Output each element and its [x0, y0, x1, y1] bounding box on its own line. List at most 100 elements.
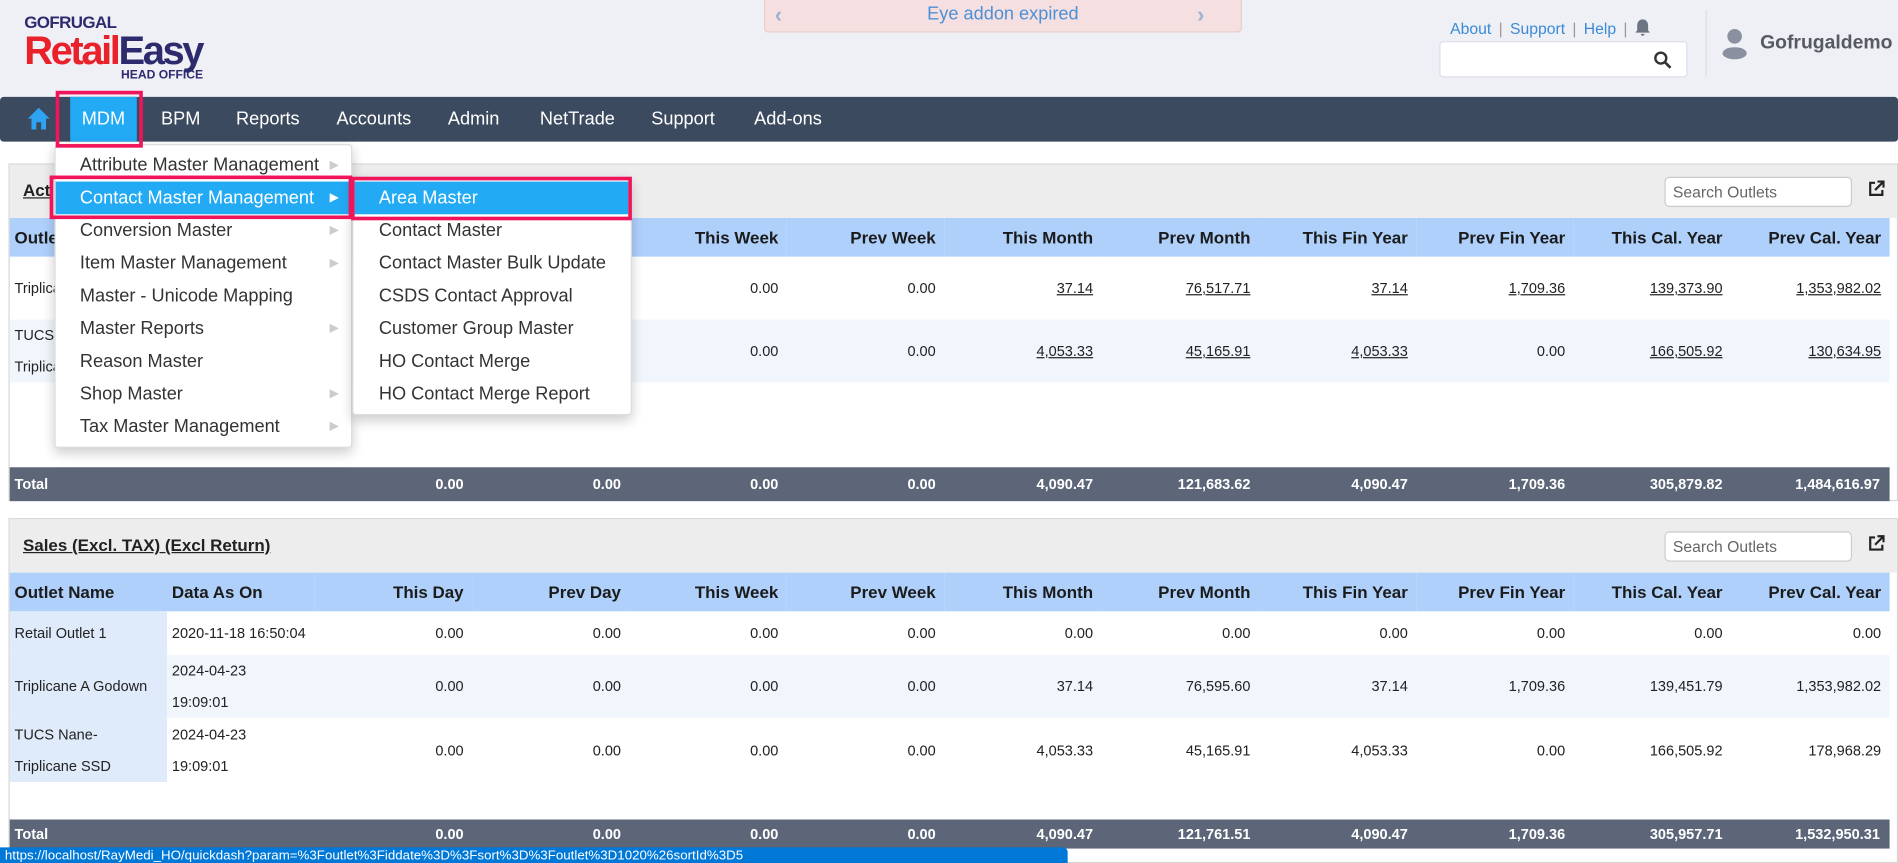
column-header[interactable]: Prev Week: [786, 572, 945, 612]
value-cell: 166,505.92: [1649, 741, 1723, 759]
menu-item[interactable]: Shop Master ▶: [56, 378, 351, 411]
column-header[interactable]: This Fin Year: [1258, 572, 1417, 612]
column-header[interactable]: This Cal. Year: [1573, 572, 1732, 612]
column-header[interactable]: This Cal. Year: [1573, 217, 1732, 257]
column-header[interactable]: This Fin Year: [1258, 217, 1417, 257]
value-cell: 0.00: [750, 624, 779, 642]
value-cell[interactable]: 130,634.95: [1731, 319, 1890, 383]
value-cell: 0.00: [786, 654, 945, 718]
external-link-icon[interactable]: [1868, 535, 1885, 556]
retaileasy-logo[interactable]: GOFRUGAL RetailEasy HEAD OFFICE: [24, 12, 266, 85]
submenu-item[interactable]: Contact Master: [355, 214, 629, 247]
search-icon[interactable]: [1654, 51, 1672, 69]
value-cell[interactable]: 4,053.33: [944, 319, 1102, 383]
menu-item[interactable]: Conversion Master ▶: [56, 214, 351, 247]
value-cell[interactable]: 4,053.33: [1258, 319, 1417, 383]
submenu-item[interactable]: HO Contact Merge Report: [355, 378, 629, 411]
global-search-input[interactable]: [1439, 41, 1688, 78]
value-cell[interactable]: 37.14: [1259, 257, 1416, 320]
column-header[interactable]: Prev Cal. Year: [1731, 217, 1890, 257]
value-cell[interactable]: 37.14: [944, 257, 1101, 320]
mdm-dropdown-menu: Attribute Master Management ▶ Contact Mast…: [54, 144, 353, 448]
search-outlets-input[interactable]: Search Outlets: [1664, 531, 1853, 562]
value-cell: 4,053.33: [1351, 741, 1408, 759]
column-header[interactable]: Prev Fin Year: [1416, 217, 1574, 257]
column-header[interactable]: Outlet Name: [9, 572, 168, 612]
column-header[interactable]: This Month: [944, 217, 1102, 257]
column-header[interactable]: This Week: [629, 572, 787, 612]
menu-item[interactable]: Tax Master Management ▶: [56, 410, 351, 443]
value-cell[interactable]: 76,517.71: [1102, 257, 1259, 320]
nav-support[interactable]: Support: [651, 97, 715, 142]
addon-banner: ‹ Eye addon expired ›: [763, 0, 1242, 33]
nav-bpm[interactable]: BPM: [161, 97, 200, 142]
value-cell: 0.00: [907, 741, 936, 759]
column-header[interactable]: Prev Month: [1101, 217, 1259, 257]
column-header[interactable]: Data As On: [167, 572, 315, 612]
column-header[interactable]: Prev Week: [786, 217, 945, 257]
nav-nettrade[interactable]: NetTrade: [540, 97, 615, 142]
menu-item[interactable]: Master - Unicode Mapping: [56, 280, 351, 313]
about-link[interactable]: About: [1450, 19, 1491, 37]
value-cell: 1,709.36: [1416, 654, 1574, 718]
value-cell[interactable]: 166,505.92: [1573, 319, 1732, 383]
column-header[interactable]: Prev Cal. Year: [1731, 572, 1890, 612]
menu-item[interactable]: Reason Master: [56, 345, 351, 378]
panel-title[interactable]: Sales (Excl. TAX) (Excl Return): [23, 535, 270, 554]
nav-accounts[interactable]: Accounts: [337, 97, 412, 142]
value-cell[interactable]: 1,709.36: [1416, 257, 1573, 320]
value-cell: 0.00: [1536, 741, 1566, 759]
menu-item[interactable]: Master Reports ▶: [56, 312, 351, 345]
chevron-right-icon[interactable]: ›: [1197, 0, 1204, 29]
value-cell[interactable]: 1,353,982.02: [1731, 257, 1890, 320]
help-link[interactable]: Help: [1584, 19, 1616, 37]
chevron-left-icon[interactable]: ‹: [775, 0, 782, 29]
value-cell: 45,165.91: [1185, 741, 1251, 759]
submenu-item[interactable]: HO Contact Merge: [355, 345, 629, 378]
column-header[interactable]: Prev Fin Year: [1416, 572, 1574, 612]
caret-right-icon: ▶: [329, 223, 339, 238]
caret-right-icon: ▶: [329, 191, 339, 205]
menu-item[interactable]: Item Master Management ▶: [56, 247, 351, 280]
search-outlets-input[interactable]: Search Outlets: [1664, 176, 1853, 207]
logo-sub: HEAD OFFICE: [121, 68, 204, 83]
nav-add-ons[interactable]: Add-ons: [754, 97, 822, 142]
submenu-item[interactable]: Area Master: [354, 181, 629, 215]
column-header[interactable]: This Month: [944, 572, 1102, 612]
value-cell[interactable]: 45,165.91: [1101, 319, 1259, 383]
value-cell: 139,451.79: [1573, 654, 1732, 718]
bell-icon[interactable]: [1635, 18, 1652, 37]
data-as-on: 2024-04-23 19:09:01: [167, 654, 315, 718]
submenu-item[interactable]: CSDS Contact Approval: [355, 280, 629, 313]
column-header[interactable]: This Week: [629, 217, 787, 257]
menu-item[interactable]: Attribute Master Management ▶: [56, 149, 351, 182]
value-cell: 37.14: [944, 654, 1102, 718]
total-value: 1,532,950.31: [1795, 825, 1880, 843]
total-row: Total 0.00 0.00 0.00 0.00 4,090.47 121,683.62 4…: [9, 467, 1890, 502]
outlet-name: TUCS Nane- Triplicane SSD: [9, 717, 168, 782]
support-link[interactable]: Support: [1510, 19, 1565, 37]
value-cell: 0.00: [472, 654, 630, 718]
header: GOFRUGAL RetailEasy HEAD OFFICE ‹ Eye ad…: [0, 0, 1898, 97]
menu-item-label: Conversion Master: [79, 220, 233, 241]
nav-reports[interactable]: Reports: [236, 97, 300, 142]
submenu-item[interactable]: Contact Master Bulk Update: [355, 247, 629, 280]
data-as-on: 2020-11-18 16:50:04: [171, 624, 306, 642]
search-outlets-placeholder: Search Outlets: [1672, 537, 1778, 556]
user-avatar-icon: [1722, 28, 1747, 59]
value-cell[interactable]: 139,373.90: [1574, 257, 1731, 320]
panel-title[interactable]: Act: [23, 180, 50, 199]
submenu-item[interactable]: Customer Group Master: [355, 312, 629, 345]
table-row: TUCS Nane- Triplicane SSD2024-04-23 19:0…: [9, 717, 1890, 782]
column-header[interactable]: Prev Month: [1101, 572, 1259, 612]
nav-admin[interactable]: Admin: [448, 97, 499, 142]
column-header[interactable]: Prev Day: [472, 572, 630, 612]
menu-item[interactable]: Contact Master Management ▶: [55, 181, 352, 215]
caret-right-icon: ▶: [329, 256, 339, 270]
external-link-icon[interactable]: [1868, 180, 1885, 201]
column-header[interactable]: This Day: [314, 572, 473, 612]
user-menu[interactable]: Gofrugaldemo: [1705, 9, 1892, 77]
table-row: Triplicane A Godown2024-04-23 19:09:010.…: [9, 654, 1890, 718]
nav-mdm[interactable]: MDM: [70, 96, 137, 142]
home-icon[interactable]: [27, 107, 51, 131]
